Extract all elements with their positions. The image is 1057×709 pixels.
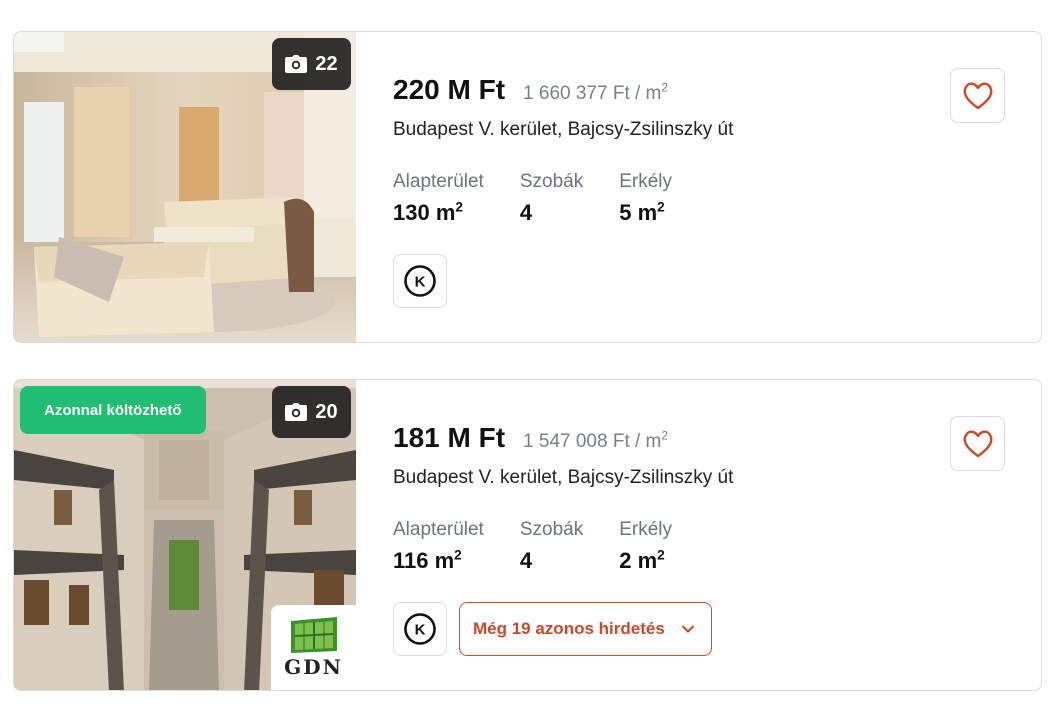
unit-exponent: 2 — [657, 547, 665, 563]
photo-count: 20 — [315, 400, 338, 423]
unit-exponent: 2 — [661, 429, 668, 443]
param-value: 130 m2 — [393, 200, 484, 226]
listing-actions: K Még 19 azonos hirdetés — [393, 602, 712, 656]
param-label: Szobák — [519, 171, 584, 192]
param-value-text: 130 m — [393, 200, 456, 225]
param-area: Alapterület 116 m2 — [393, 519, 484, 574]
agency-logo-text: GDN — [284, 655, 343, 679]
price[interactable]: 181 M Ft — [393, 422, 505, 454]
price-row: 220 M Ft 1 660 377 Ft / m2 — [393, 74, 668, 106]
param-rooms: Szobák 4 — [520, 519, 583, 574]
move-in-ready-badge: Azonnal költözhető — [20, 386, 206, 434]
photo-count-badge[interactable]: 22 — [272, 38, 351, 90]
price-row: 181 M Ft 1 547 008 Ft / m2 — [393, 422, 668, 454]
price[interactable]: 220 M Ft — [393, 74, 505, 106]
listing-card[interactable]: Azonnal költözhető 20 GDN 181 M Ft 1 547… — [13, 379, 1042, 691]
price-per-sqm: 1 660 377 Ft / m2 — [523, 81, 668, 105]
credit-button[interactable]: K — [393, 254, 447, 308]
price-per-sqm-value: 1 547 008 Ft / m — [523, 431, 662, 452]
photo-count-badge[interactable]: 20 — [272, 386, 351, 438]
listing-photo[interactable]: 22 — [14, 32, 356, 342]
param-value: 5 m2 — [619, 200, 672, 226]
k-circle-icon: K — [404, 265, 436, 297]
param-value: 2 m2 — [619, 548, 672, 574]
listing-info: 220 M Ft 1 660 377 Ft / m2 Budapest V. k… — [393, 32, 1041, 342]
param-value-text: 116 m — [393, 548, 455, 573]
param-value: 4 — [520, 548, 583, 574]
param-rooms: Szobák 4 — [520, 171, 583, 226]
similar-listings-label: Még 19 azonos hirdetés — [473, 619, 665, 638]
param-value: 4 — [520, 200, 583, 226]
param-value-text: 2 m — [619, 548, 658, 573]
chevron-down-icon — [681, 625, 694, 633]
param-label: Szobák — [519, 519, 584, 540]
price-per-sqm-value: 1 660 377 Ft / m — [523, 83, 662, 104]
listing-actions: K — [393, 254, 447, 308]
param-label: Erkély — [619, 519, 673, 540]
unit-exponent: 2 — [454, 547, 462, 563]
similar-listings-button[interactable]: Még 19 azonos hirdetés — [459, 602, 712, 656]
param-balcony: Erkély 5 m2 — [619, 171, 672, 226]
listing-info: 181 M Ft 1 547 008 Ft / m2 Budapest V. k… — [393, 380, 1041, 690]
credit-button[interactable]: K — [393, 602, 447, 656]
param-label: Alapterület — [393, 171, 484, 192]
k-letter: K — [415, 622, 426, 639]
param-balcony: Erkély 2 m2 — [619, 519, 672, 574]
window-logo-icon — [290, 617, 337, 653]
unit-exponent: 2 — [657, 199, 665, 215]
param-value-text: 5 m — [619, 200, 658, 225]
heart-icon — [963, 430, 992, 457]
param-label: Alapterület — [393, 519, 484, 540]
camera-icon — [285, 55, 308, 73]
address: Budapest V. kerület, Bajcsy-Zsilinszky ú… — [393, 119, 734, 140]
listing-card[interactable]: 22 220 M Ft 1 660 377 Ft / m2 Budapest V… — [13, 31, 1042, 343]
unit-exponent: 2 — [661, 81, 668, 95]
listing-params: Alapterület 130 m2 Szobák 4 Erkély 5 m2 — [393, 171, 672, 226]
listing-photo[interactable]: Azonnal költözhető 20 GDN — [14, 380, 356, 690]
param-value-text: 4 — [519, 548, 533, 573]
param-value-text: 4 — [519, 200, 533, 225]
param-area: Alapterület 130 m2 — [393, 171, 484, 226]
photo-count: 22 — [315, 52, 338, 75]
camera-icon — [285, 403, 308, 421]
listing-params: Alapterület 116 m2 Szobák 4 Erkély 2 m2 — [393, 519, 672, 574]
price-per-sqm: 1 547 008 Ft / m2 — [523, 429, 668, 453]
param-value: 116 m2 — [393, 548, 484, 574]
param-label: Erkély — [619, 171, 673, 192]
favorite-button[interactable] — [950, 68, 1005, 123]
heart-icon — [963, 82, 992, 109]
address: Budapest V. kerület, Bajcsy-Zsilinszky ú… — [393, 467, 734, 488]
k-circle-icon: K — [404, 613, 436, 645]
favorite-button[interactable] — [950, 416, 1005, 471]
unit-exponent: 2 — [455, 199, 463, 215]
agency-logo[interactable]: GDN — [271, 605, 356, 690]
k-letter: K — [415, 274, 426, 291]
